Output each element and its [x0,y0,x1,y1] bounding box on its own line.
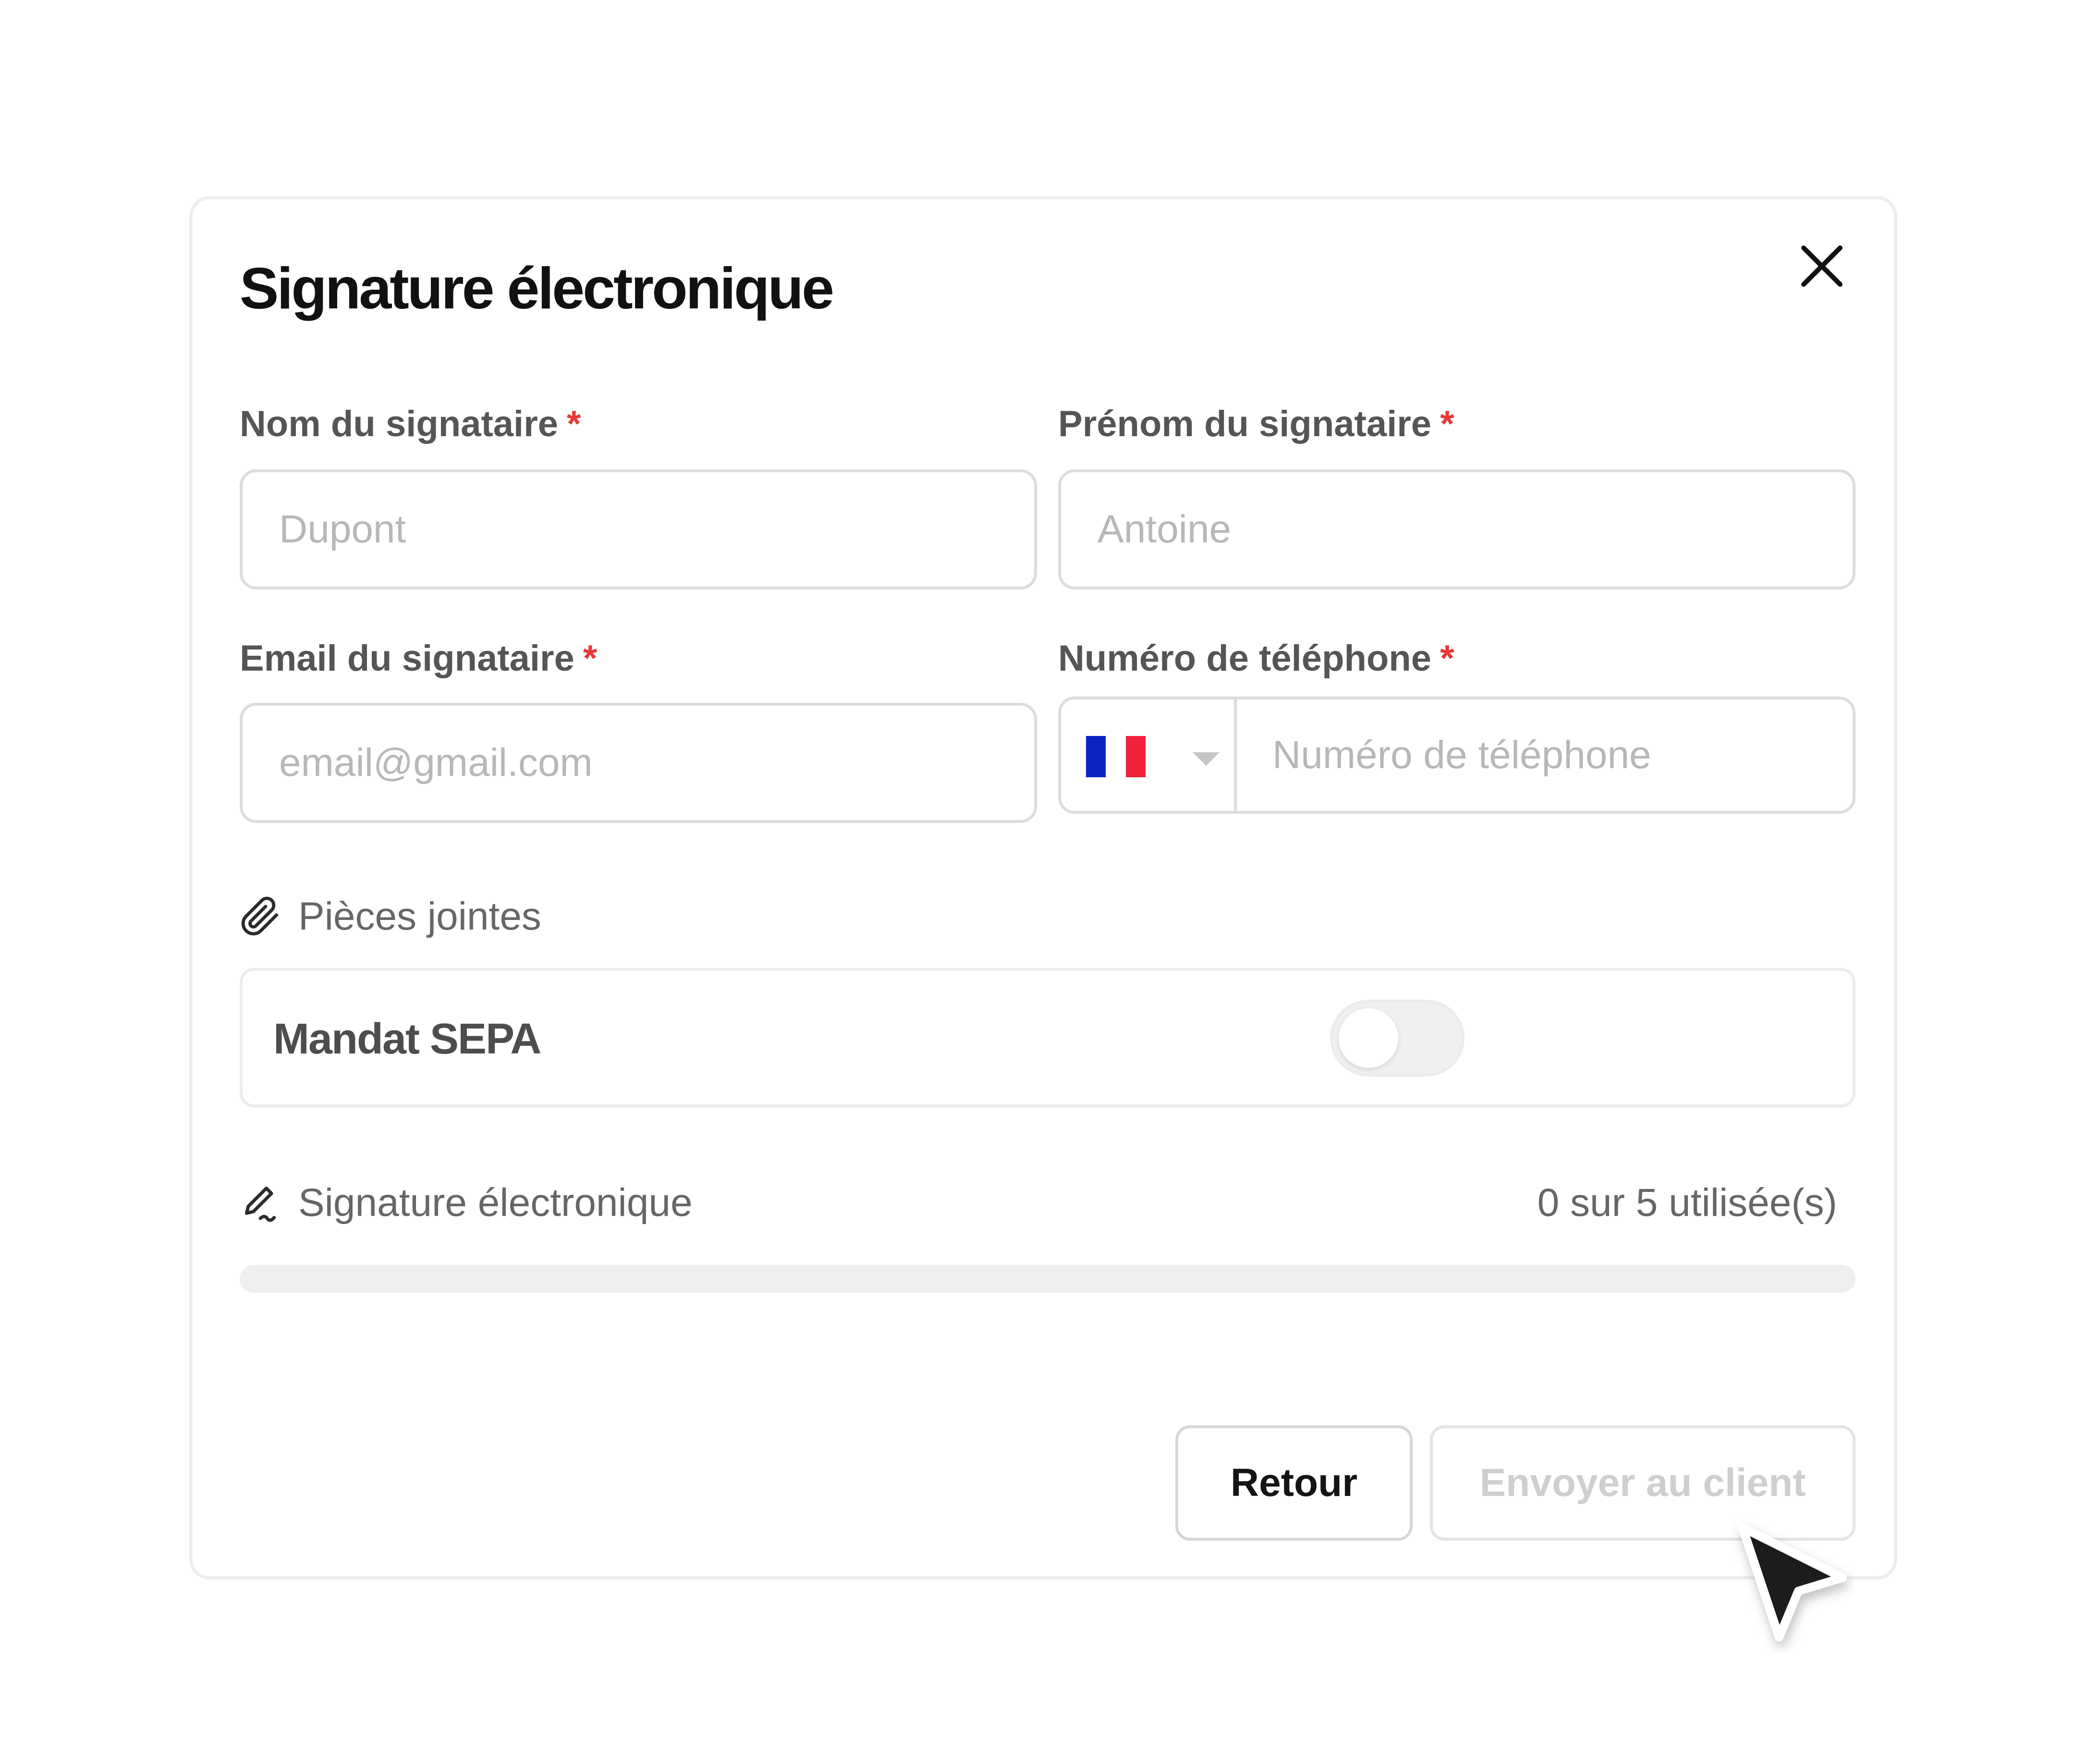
toggle-knob [1339,1008,1398,1068]
first-name-input[interactable] [1058,469,1855,589]
pen-signature-icon [240,1182,281,1224]
last-name-input[interactable] [240,469,1037,589]
signature-usage-label: Signature électronique [298,1181,693,1225]
chevron-down-icon [1193,752,1220,766]
last-name-label: Nom du signataire * [240,400,581,448]
signature-usage-heading: Signature électronique [240,1176,693,1229]
email-label: Email du signataire * [240,635,597,683]
dialog-title: Signature électronique [240,256,834,321]
required-asterisk: * [583,638,598,679]
email-input[interactable] [240,703,1037,823]
close-icon [1801,245,1843,287]
phone-label: Numéro de téléphone * [1058,635,1454,683]
attachments-heading: Pièces jointes [240,890,541,943]
last-name-label-text: Nom du signataire [240,404,558,444]
signature-usage-progress [240,1265,1855,1293]
required-asterisk: * [1440,638,1454,679]
close-button[interactable] [1795,240,1848,293]
phone-label-text: Numéro de téléphone [1058,638,1431,679]
signature-usage-count: 0 sur 5 utilisée(s) [1537,1181,1837,1225]
attachment-item: Mandat SEPA [240,968,1855,1107]
phone-input[interactable] [1237,699,1853,811]
flag-france-icon [1086,736,1146,777]
paperclip-icon [240,896,281,937]
sepa-toggle[interactable] [1330,1000,1465,1077]
attachment-item-label: Mandat SEPA [273,1015,541,1063]
phone-field [1058,697,1855,814]
first-name-label-text: Prénom du signataire [1058,404,1432,444]
required-asterisk: * [567,404,581,444]
attachments-label: Pièces jointes [298,894,541,938]
country-code-select[interactable] [1061,699,1237,811]
required-asterisk: * [1440,404,1454,444]
back-button[interactable]: Retour [1175,1425,1413,1541]
mouse-cursor-icon [1738,1523,1847,1642]
first-name-label: Prénom du signataire * [1058,400,1454,448]
email-label-text: Email du signataire [240,638,574,679]
signature-dialog: Signature électronique Nom du signataire… [189,196,1897,1580]
